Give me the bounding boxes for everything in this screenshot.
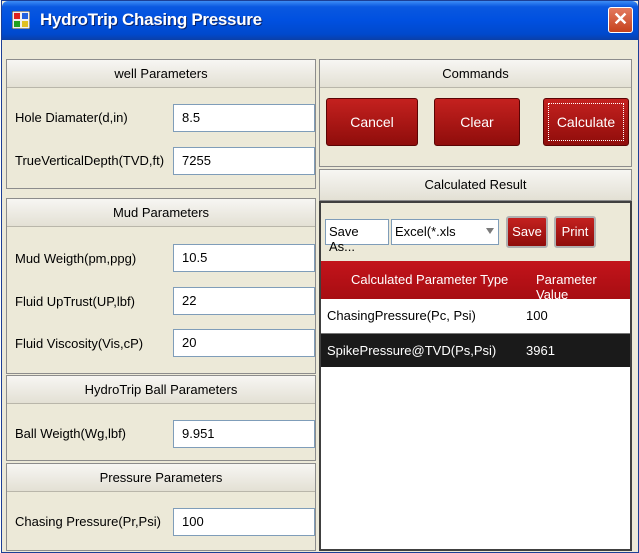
print-button[interactable]: Print bbox=[554, 216, 596, 248]
mud-parameters-panel: Mud Parameters Mud Weigth(pm,ppg) 10.5 F… bbox=[6, 198, 316, 374]
file-format-value: Excel(*.xls bbox=[395, 224, 456, 239]
result-grid-header: Calculated Parameter Type Parameter Valu… bbox=[321, 261, 630, 302]
commands-header: Commands bbox=[320, 60, 631, 88]
calculated-result-header: Calculated Result bbox=[320, 170, 631, 200]
fluid-viscosity-label: Fluid Viscosity(Vis,cP) bbox=[15, 336, 144, 351]
calculate-button[interactable]: Calculate bbox=[543, 98, 629, 146]
tvd-label: TrueVerticalDepth(TVD,ft) bbox=[15, 153, 165, 168]
app-window: HydroTrip Chasing Pressure ✕ well Parame… bbox=[1, 0, 639, 553]
mud-weight-label: Mud Weigth(pm,ppg) bbox=[15, 251, 137, 266]
file-format-select[interactable]: Excel(*.xls bbox=[391, 219, 499, 245]
result-header-panel: Calculated Result bbox=[319, 169, 632, 201]
ball-weight-label: Ball Weigth(Wg,lbf) bbox=[15, 426, 127, 441]
fluid-viscosity-input[interactable]: 20 bbox=[173, 329, 315, 357]
ball-weight-input[interactable]: 9.951 bbox=[173, 420, 315, 448]
close-button[interactable]: ✕ bbox=[608, 7, 633, 33]
hole-diameter-input[interactable]: 8.5 bbox=[173, 104, 315, 132]
fluid-uptrust-label: Fluid UpTrust(UP,lbf) bbox=[15, 294, 135, 309]
fluid-uptrust-input[interactable]: 22 bbox=[173, 287, 315, 315]
pressure-parameters-panel: Pressure Parameters Chasing Pressure(Pr,… bbox=[6, 463, 316, 551]
save-as-label: Save As... bbox=[325, 219, 389, 254]
table-row[interactable]: ChasingPressure(Pc, Psi) 100 bbox=[321, 299, 630, 333]
row-value-cell: 100 bbox=[526, 308, 548, 323]
window-title: HydroTrip Chasing Pressure bbox=[40, 10, 262, 29]
app-icon bbox=[12, 11, 30, 29]
mud-weight-input[interactable]: 10.5 bbox=[173, 244, 315, 272]
hole-diameter-label: Hole Diamater(d,in) bbox=[15, 110, 128, 125]
close-icon: ✕ bbox=[612, 9, 629, 29]
result-area: Save As... Excel(*.xls Save Print Calcul… bbox=[319, 201, 632, 551]
commands-panel: Commands Cancel Clear Calculate bbox=[319, 59, 632, 167]
row-type-cell: SpikePressure@TVD(Ps,Psi) bbox=[327, 343, 497, 358]
ball-parameters-header: HydroTrip Ball Parameters bbox=[7, 376, 315, 404]
well-parameters-panel: well Parameters Hole Diamater(d,in) 8.5 … bbox=[6, 59, 316, 189]
row-value-cell: 3961 bbox=[526, 343, 555, 358]
clear-button[interactable]: Clear bbox=[434, 98, 520, 146]
save-button[interactable]: Save bbox=[506, 216, 548, 248]
column-header-value[interactable]: Parameter Value bbox=[536, 272, 630, 302]
chevron-down-icon[interactable] bbox=[486, 228, 494, 234]
well-parameters-header: well Parameters bbox=[7, 60, 315, 88]
tvd-input[interactable]: 7255 bbox=[173, 147, 315, 175]
column-header-type[interactable]: Calculated Parameter Type bbox=[351, 272, 508, 287]
title-bar[interactable]: HydroTrip Chasing Pressure ✕ bbox=[2, 1, 638, 40]
chasing-pressure-input[interactable]: 100 bbox=[173, 508, 315, 536]
cancel-button[interactable]: Cancel bbox=[326, 98, 418, 146]
ball-parameters-panel: HydroTrip Ball Parameters Ball Weigth(Wg… bbox=[6, 375, 316, 461]
mud-parameters-header: Mud Parameters bbox=[7, 199, 315, 227]
table-row[interactable]: SpikePressure@TVD(Ps,Psi) 3961 bbox=[321, 333, 630, 367]
chasing-pressure-label: Chasing Pressure(Pr,Psi) bbox=[15, 514, 161, 529]
client-area: well Parameters Hole Diamater(d,in) 8.5 … bbox=[6, 43, 634, 551]
pressure-parameters-header: Pressure Parameters bbox=[7, 464, 315, 492]
row-type-cell: ChasingPressure(Pc, Psi) bbox=[327, 308, 476, 323]
result-toolbar: Save As... Excel(*.xls Save Print bbox=[321, 203, 630, 261]
